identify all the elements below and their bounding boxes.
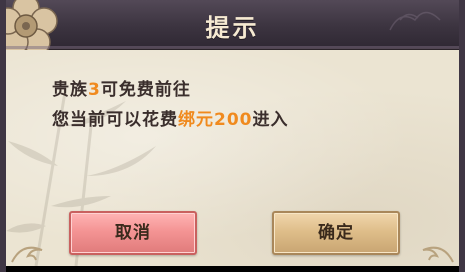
noble-level-value: 3 <box>88 80 101 100</box>
corner-ornament-icon <box>422 246 454 263</box>
dialog-title: 提示 <box>205 14 260 42</box>
message-line-2: 您当前可以花费绑元200进入 <box>52 105 289 130</box>
cancel-button[interactable]: 取消 <box>69 211 197 255</box>
message-line-1: 贵族3可免费前往 <box>52 75 191 100</box>
confirm-button[interactable]: 确定 <box>272 211 400 255</box>
message-text: 进入 <box>252 110 289 130</box>
cost-value: 绑元200 <box>178 110 253 130</box>
dialog-header: 提示 <box>0 0 465 56</box>
prompt-dialog: 提示 贵族3可免费前往 您当前可以花费绑元200进入 取消 确定 <box>0 0 465 272</box>
frame-right-edge <box>459 0 465 272</box>
header-divider <box>0 46 465 49</box>
message-text: 可免费前往 <box>100 80 191 100</box>
corner-ornament-icon <box>11 246 43 263</box>
message-text: 您当前可以花费 <box>52 110 178 130</box>
message-text: 贵族 <box>52 80 88 100</box>
